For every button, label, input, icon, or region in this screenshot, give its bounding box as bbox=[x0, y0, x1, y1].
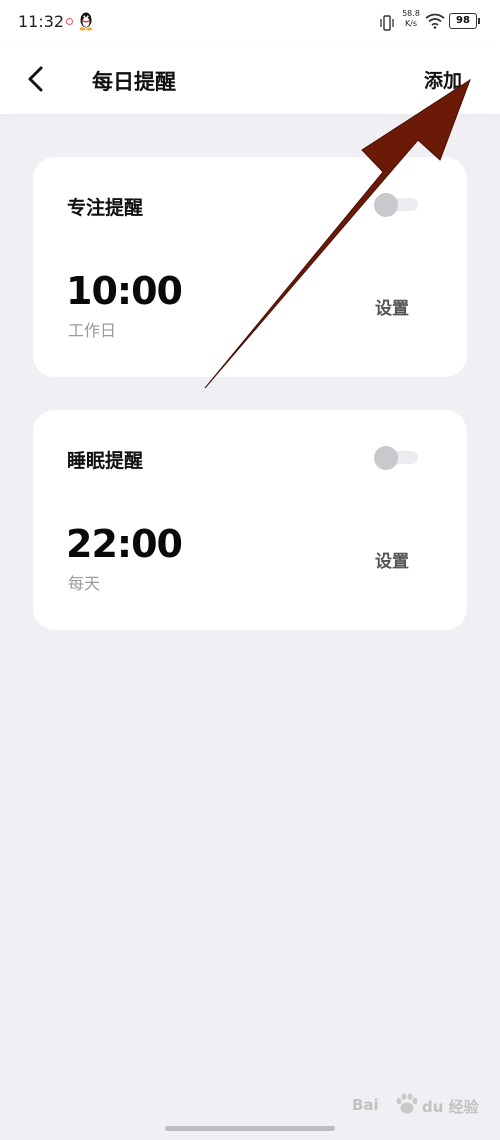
watermark-prefix: Bai bbox=[352, 1096, 379, 1114]
settings-button[interactable]: 设置 bbox=[375, 547, 409, 572]
settings-button[interactable]: 设置 bbox=[375, 294, 409, 319]
reminder-title: 睡眠提醒 bbox=[67, 450, 144, 472]
home-indicator[interactable] bbox=[165, 1126, 335, 1131]
reminder-time: 22:00 bbox=[66, 522, 183, 566]
watermark-suffix: du 经验 bbox=[422, 1098, 479, 1116]
reminder-repeat: 工作日 bbox=[68, 321, 117, 340]
toggle-knob bbox=[374, 193, 398, 217]
network-speed: 58.8 K/s bbox=[400, 9, 422, 29]
page-title: 每日提醒 bbox=[92, 70, 176, 94]
reminder-repeat: 每天 bbox=[68, 574, 101, 593]
reminder-title: 专注提醒 bbox=[67, 197, 144, 219]
reminder-toggle[interactable] bbox=[374, 193, 420, 217]
app-header: 每日提醒 添加 bbox=[0, 44, 500, 114]
reminder-toggle[interactable] bbox=[374, 446, 420, 470]
reminder-time: 10:00 bbox=[66, 269, 183, 313]
toggle-knob bbox=[374, 446, 398, 470]
wifi-icon bbox=[425, 13, 445, 29]
add-button[interactable]: 添加 bbox=[424, 66, 462, 93]
status-time: 11:32 bbox=[18, 12, 65, 31]
notification-dot-icon bbox=[66, 18, 73, 25]
reminder-card-focus[interactable]: 专注提醒 10:00 工作日 设置 bbox=[33, 157, 467, 377]
qq-penguin-icon bbox=[79, 12, 93, 31]
network-speed-unit: K/s bbox=[404, 19, 418, 28]
status-bar: 11:32 58.8 K/s 98 bbox=[0, 0, 500, 44]
baidu-jingyan-watermark: Bai du 经验 bbox=[352, 1086, 482, 1122]
vibrate-icon bbox=[380, 15, 394, 31]
network-speed-value: 58.8 bbox=[402, 9, 420, 18]
back-arrow-icon[interactable] bbox=[22, 64, 50, 94]
paw-icon bbox=[396, 1093, 418, 1114]
reminder-card-sleep[interactable]: 睡眠提醒 22:00 每天 设置 bbox=[33, 410, 467, 630]
battery-indicator: 98 bbox=[449, 13, 480, 29]
